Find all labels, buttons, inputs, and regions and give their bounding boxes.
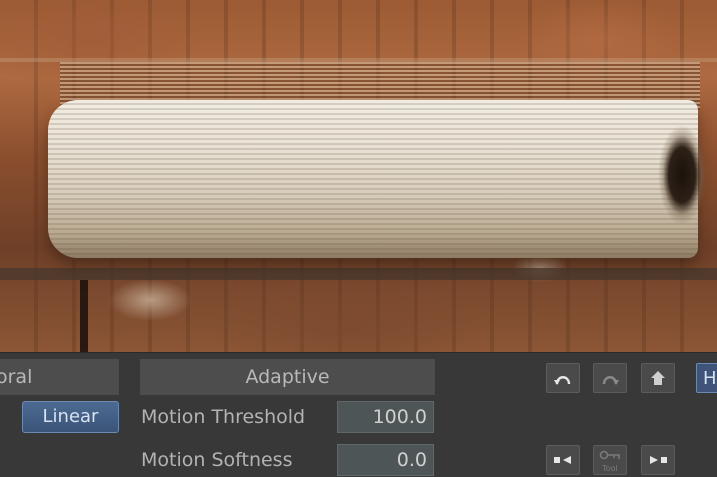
- redo-arc-icon: [602, 376, 619, 385]
- white-cylinder-object: [48, 100, 698, 258]
- step-forward-button[interactable]: [641, 445, 675, 475]
- app-window: oral Adaptive Linear Motion Threshold 10…: [0, 0, 717, 477]
- linear-button[interactable]: Linear: [22, 401, 119, 433]
- tool-label: Tool: [602, 464, 618, 473]
- temporal-section-header: oral: [0, 359, 119, 395]
- h-button[interactable]: H: [696, 363, 717, 393]
- control-panel: oral Adaptive Linear Motion Threshold 10…: [0, 352, 717, 477]
- motion-softness-label: Motion Softness: [141, 449, 293, 471]
- undo-arc-icon: [554, 376, 571, 385]
- undo-button[interactable]: [546, 363, 580, 393]
- key-tool-icon: [599, 450, 620, 460]
- motion-softness-field[interactable]: 0.0: [337, 444, 434, 476]
- home-button[interactable]: [641, 363, 675, 393]
- cylinder-opening: [655, 112, 715, 252]
- motion-threshold-label: Motion Threshold: [141, 406, 306, 428]
- redo-button[interactable]: [593, 363, 627, 393]
- step-forward-icon: [650, 456, 667, 464]
- wall-crack: [80, 280, 88, 352]
- step-back-button[interactable]: [546, 445, 580, 475]
- home-icon: [651, 371, 665, 385]
- tool-button[interactable]: Tool: [593, 445, 627, 475]
- image-viewer[interactable]: [0, 0, 717, 352]
- adaptive-section-header: Adaptive: [140, 359, 435, 395]
- step-back-icon: [554, 456, 571, 464]
- motion-threshold-field[interactable]: 100.0: [337, 401, 434, 433]
